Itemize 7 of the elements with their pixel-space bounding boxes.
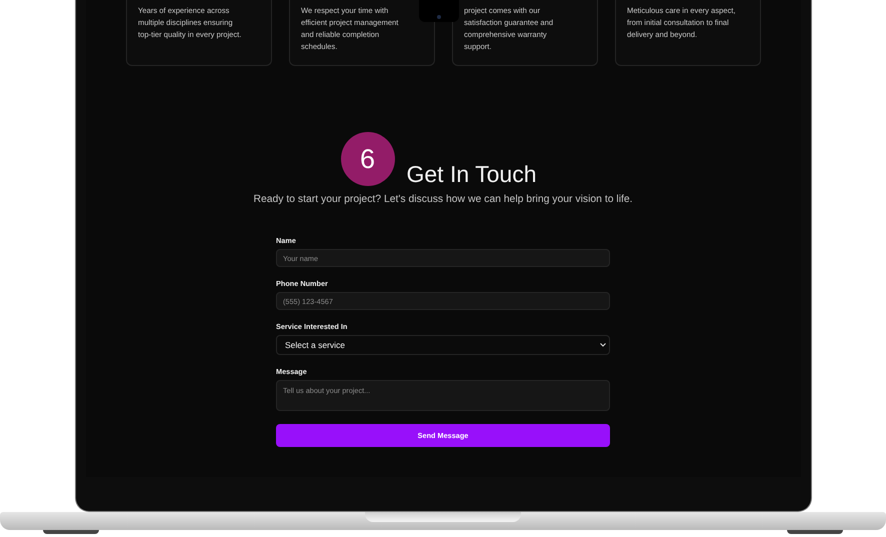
section-title: Get In Touch [406, 161, 536, 188]
laptop-foot [787, 530, 843, 534]
section-subtitle: Ready to start your project? Let's discuss how we can help bring your vision to life. [253, 194, 633, 205]
chevron-down-icon [600, 343, 606, 347]
step-number: 6 [340, 132, 394, 186]
laptop-foot [43, 530, 99, 534]
service-select[interactable]: Select a service [276, 335, 610, 355]
